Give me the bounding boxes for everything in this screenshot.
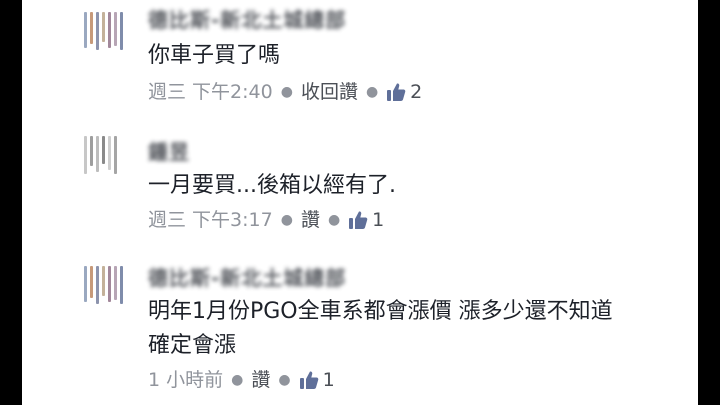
avatar[interactable] bbox=[82, 8, 126, 52]
thumbs-up-icon bbox=[387, 83, 406, 101]
like-count[interactable]: 1 bbox=[372, 206, 384, 234]
comment-author[interactable]: 鍾昱 bbox=[148, 136, 190, 164]
thumbs-up-icon bbox=[349, 211, 368, 229]
separator-dot: ● bbox=[327, 212, 341, 228]
separator-dot: ● bbox=[231, 372, 244, 388]
comment-text: 一月要買...後箱以經有了. bbox=[148, 173, 396, 198]
separator-dot: ● bbox=[365, 84, 379, 100]
like-count[interactable]: 2 bbox=[410, 78, 422, 106]
like-button[interactable]: 讚 bbox=[251, 366, 270, 394]
comment-thread: 德比斯-新北土城總部 你車子買了嗎 週三 下午2:40 ● 收回讚 ● 2 鍾昱… bbox=[22, 0, 698, 405]
separator-dot: ● bbox=[280, 212, 293, 228]
avatar[interactable] bbox=[82, 132, 126, 176]
unlike-button[interactable]: 收回讚 bbox=[301, 78, 358, 106]
like-button[interactable]: 讚 bbox=[301, 206, 320, 234]
avatar[interactable] bbox=[82, 262, 126, 306]
thumbs-up-icon bbox=[299, 371, 318, 389]
comment-meta: 1 小時前 ● 讚 ● 1 bbox=[148, 366, 335, 394]
comment-time[interactable]: 週三 下午3:17 bbox=[148, 206, 273, 234]
comment-author[interactable]: 德比斯-新北土城總部 bbox=[148, 4, 346, 32]
comment-meta: 週三 下午3:17 ● 讚 ● 1 bbox=[148, 206, 384, 234]
separator-dot: ● bbox=[280, 84, 293, 100]
comment-text: 你車子買了嗎 bbox=[148, 43, 281, 68]
separator-dot: ● bbox=[278, 372, 291, 388]
comment-time[interactable]: 週三 下午2:40 bbox=[148, 78, 273, 106]
comment-meta: 週三 下午2:40 ● 收回讚 ● 2 bbox=[148, 78, 422, 106]
comment-author[interactable]: 德比斯-新北土城總部 bbox=[148, 262, 346, 290]
comment-text: 明年1月份PGO全車系都會漲價 漲多少還不知道 確定會漲 bbox=[148, 299, 613, 358]
like-count[interactable]: 1 bbox=[323, 366, 335, 394]
comment-time[interactable]: 1 小時前 bbox=[148, 366, 223, 394]
